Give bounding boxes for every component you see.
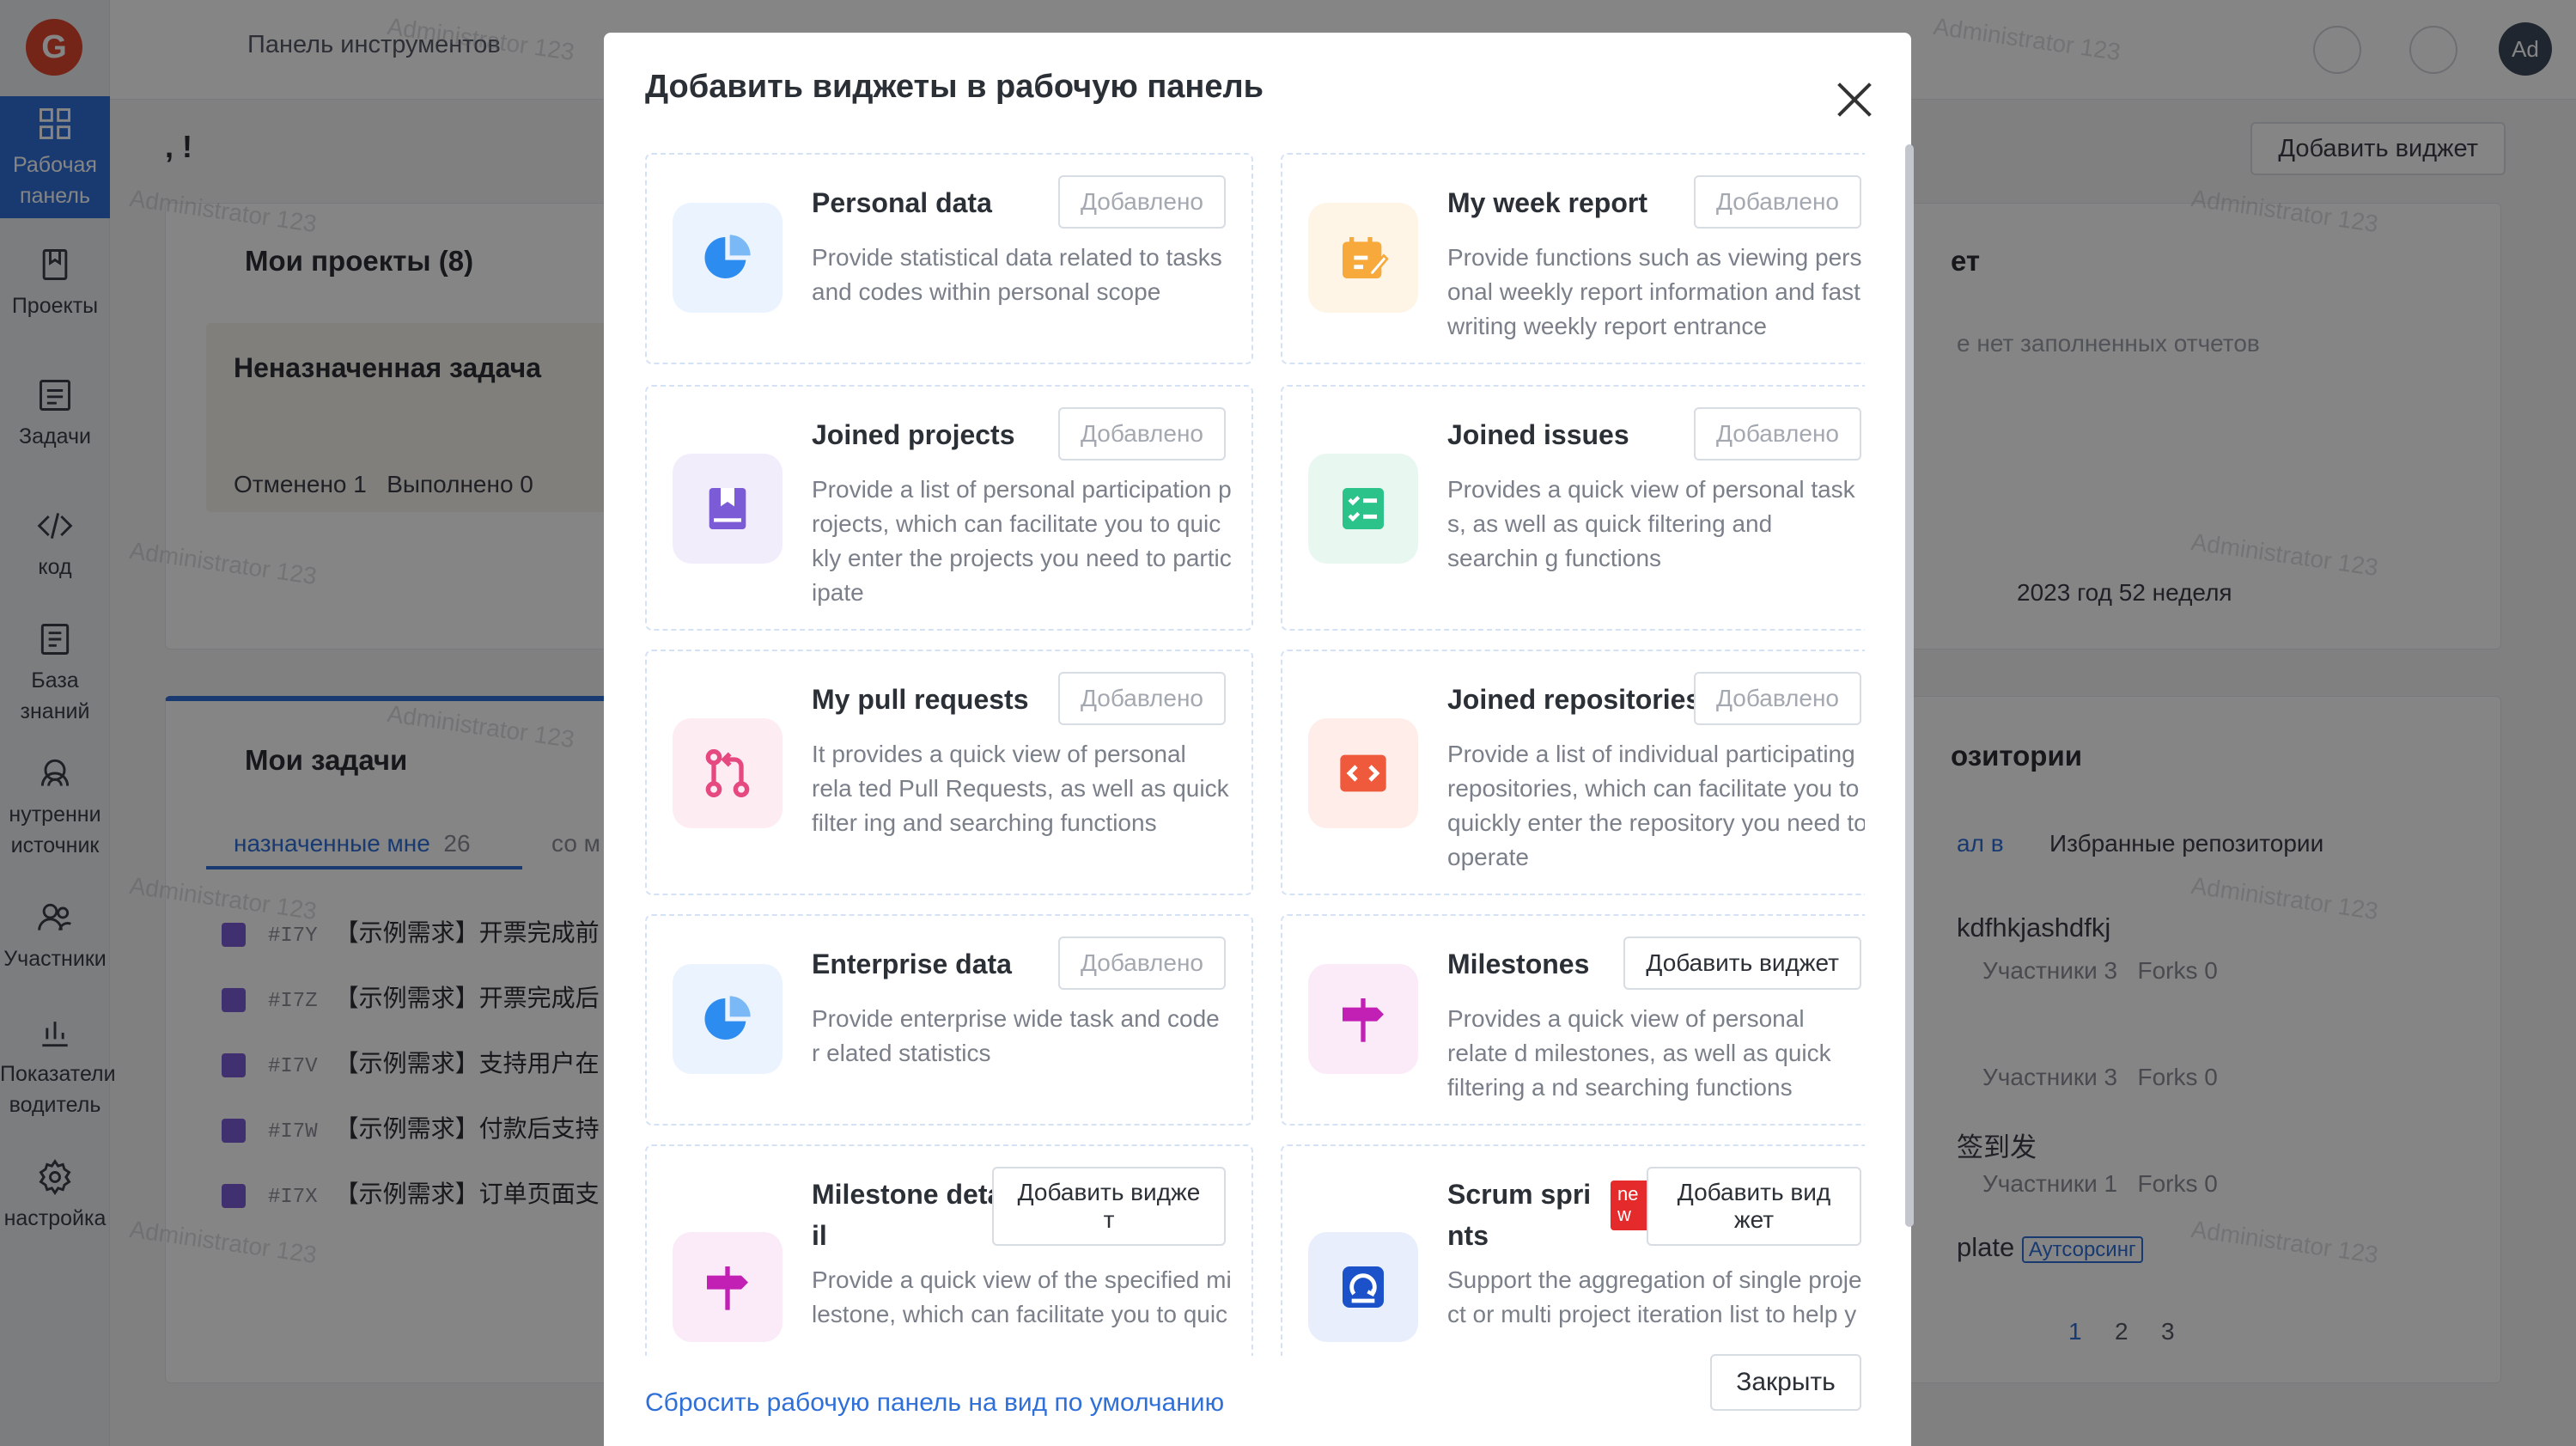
- pull-request-icon: [673, 718, 783, 828]
- widget-name: Joined projects: [812, 419, 1015, 450]
- widget-card-milestones: Milestones Provides a quick view of pers…: [1281, 914, 1865, 1126]
- widget-card-week-report: My week report Provide functions such as…: [1281, 153, 1865, 364]
- widget-card-scrum-sprints: Scrum spri nts ne w Support the aggregat…: [1281, 1144, 1865, 1356]
- widget-description: Provides a quick view of personal task s…: [1447, 476, 1855, 571]
- widget-name: Milestones: [1447, 949, 1590, 979]
- widget-description: Provide functions such as viewing pers o…: [1447, 244, 1862, 339]
- widget-added-button[interactable]: Добавлено: [1694, 407, 1861, 461]
- widget-added-button[interactable]: Добавлено: [1694, 672, 1861, 725]
- widget-description: Provide a list of individual participati…: [1447, 741, 1865, 870]
- widget-added-button[interactable]: Добавлено: [1058, 175, 1226, 229]
- widget-description: Provide statistical data related to task…: [812, 244, 1222, 305]
- add-widget-button[interactable]: Добавить вид жет: [1647, 1167, 1861, 1246]
- widget-card-joined-projects: Joined projects Provide a list of person…: [645, 385, 1253, 631]
- widget-card-pull-requests: My pull requests It provides a quick vie…: [645, 650, 1253, 895]
- dialog-title: Добавить виджеты в рабочую панель: [645, 69, 1264, 105]
- widget-name: Scrum spri nts: [1447, 1179, 1592, 1251]
- widget-card-enterprise-data: Enterprise data Provide enterprise wide …: [645, 914, 1253, 1126]
- signpost-icon: [1308, 964, 1418, 1074]
- widget-description: It provides a quick view of personal rel…: [812, 741, 1229, 836]
- weekly-report-icon: [1308, 203, 1418, 313]
- widget-added-button[interactable]: Добавлено: [1058, 407, 1226, 461]
- widget-card-joined-repositories: Joined repositories Provide a list of in…: [1281, 650, 1865, 895]
- pie-chart-icon: [673, 964, 783, 1074]
- widget-name: Joined repositories: [1447, 684, 1702, 715]
- sprint-cycle-icon: [1308, 1232, 1418, 1342]
- widget-list[interactable]: Personal data Provide statistical data r…: [645, 153, 1865, 1356]
- repository-code-icon: [1308, 718, 1418, 828]
- checklist-icon: [1308, 454, 1418, 564]
- widget-added-button[interactable]: Добавлено: [1058, 937, 1226, 990]
- widget-card-joined-issues: Joined issues Provides a quick view of p…: [1281, 385, 1865, 631]
- add-widget-button[interactable]: Добавить видже т: [992, 1167, 1226, 1246]
- widget-name: Personal data: [812, 187, 992, 218]
- widget-description: Provides a quick view of personal relate…: [1447, 1005, 1831, 1101]
- widget-card-milestone-detail: Milestone deta il Provide a quick view o…: [645, 1144, 1253, 1356]
- widget-name: My pull requests: [812, 684, 1029, 715]
- widget-name: Milestone deta il: [812, 1179, 1003, 1251]
- scrollbar[interactable]: [1905, 144, 1914, 1227]
- signpost-icon: [673, 1232, 783, 1342]
- widget-description: Provide a quick view of the specified mi…: [812, 1266, 1232, 1327]
- widget-added-button[interactable]: Добавлено: [1694, 175, 1861, 229]
- add-widgets-dialog: Добавить виджеты в рабочую панель Person…: [604, 33, 1914, 1446]
- reset-dashboard-link[interactable]: Сбросить рабочую панель на вид по умолча…: [645, 1388, 1224, 1418]
- widget-name: Enterprise data: [812, 949, 1012, 979]
- widget-description: Provide enterprise wide task and code r …: [812, 1005, 1220, 1066]
- close-icon[interactable]: [1836, 81, 1873, 119]
- project-book-icon: [673, 454, 783, 564]
- widget-name: Joined issues: [1447, 419, 1629, 450]
- close-button[interactable]: Закрыть: [1710, 1354, 1861, 1411]
- widget-description: Provide a list of personal participation…: [812, 476, 1232, 606]
- widget-added-button[interactable]: Добавлено: [1058, 672, 1226, 725]
- widget-description: Support the aggregation of single proje …: [1447, 1266, 1862, 1327]
- pie-chart-icon: [673, 203, 783, 313]
- add-widget-button[interactable]: Добавить виджет: [1623, 937, 1861, 990]
- widget-name: My week report: [1447, 187, 1647, 218]
- widget-card-personal-data: Personal data Provide statistical data r…: [645, 153, 1253, 364]
